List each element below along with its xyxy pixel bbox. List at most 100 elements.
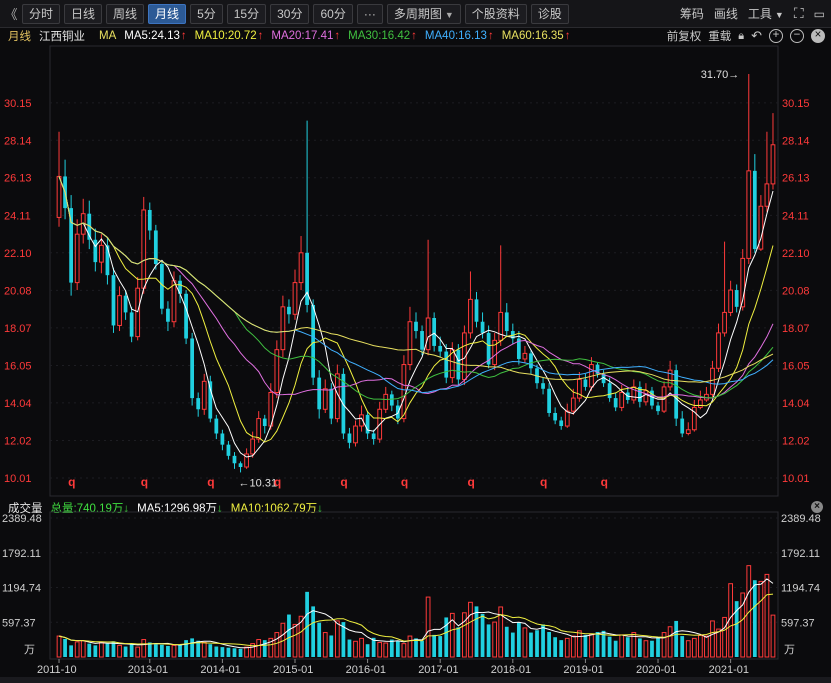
candle-body — [480, 321, 485, 333]
price-tick-right: 22.10 — [782, 248, 810, 260]
volume-bar — [758, 580, 764, 658]
volume-bar — [147, 642, 152, 657]
volume-bar — [305, 591, 309, 657]
candle-body — [529, 353, 533, 369]
volume-tick-right: 1792.11 — [781, 548, 820, 560]
volume-bar — [353, 640, 358, 658]
candle-body — [474, 299, 479, 322]
candle-body — [498, 311, 504, 341]
candle-body — [117, 295, 122, 326]
candle-body — [559, 420, 564, 427]
candle-body — [613, 398, 618, 408]
volume-bar — [667, 626, 673, 658]
candle-body — [438, 345, 443, 352]
volume-bar — [547, 631, 551, 657]
volume-bar — [359, 637, 364, 658]
candle-body — [716, 332, 721, 369]
volume-bar — [607, 636, 612, 657]
candle-body — [553, 412, 558, 421]
volume-bar — [63, 638, 67, 657]
price-tick-right: 14.04 — [782, 398, 810, 410]
candle-body — [383, 393, 389, 410]
bottom-bar — [0, 677, 831, 683]
candle-body — [105, 245, 110, 276]
candle-body — [238, 463, 243, 468]
candle-body — [141, 209, 147, 289]
volume-bar — [178, 644, 182, 657]
price-tick-left: 24.11 — [4, 210, 31, 222]
x-label: 2014-01 — [200, 664, 240, 676]
candle-body — [752, 170, 757, 250]
volume-bar — [153, 644, 158, 657]
candle-body — [371, 433, 376, 440]
candle-body — [746, 170, 752, 259]
volume-bar — [764, 573, 770, 658]
volume-bar — [347, 639, 352, 657]
candle-body — [298, 252, 304, 284]
candle-body — [504, 312, 509, 332]
volume-bar — [407, 635, 413, 658]
volume-bar — [589, 633, 594, 658]
volume-bar — [432, 634, 437, 657]
chart-canvas[interactable]: 30.15 30.15 28.14 28.14 26.13 26.13 24.11 24.11… — [0, 0, 831, 683]
candle-body — [93, 239, 98, 263]
volume-bar — [317, 622, 322, 657]
candle-body — [262, 418, 267, 427]
volume-bar — [710, 620, 715, 658]
volume-bar — [516, 622, 521, 657]
volume-bar — [595, 631, 600, 657]
x-label: 2018-01 — [491, 664, 531, 676]
q-marker: q — [601, 475, 608, 489]
volume-bar — [93, 645, 98, 657]
candle-body — [697, 399, 703, 408]
candle-body — [656, 405, 660, 412]
candle-body — [414, 321, 418, 332]
x-label: 2015-01 — [273, 664, 313, 676]
volume-bar — [401, 643, 407, 658]
x-label: 2011-10 — [37, 664, 77, 676]
volume-bar — [613, 640, 618, 657]
candle-body — [432, 318, 437, 346]
candle-body — [56, 175, 62, 218]
volume-bar — [438, 636, 443, 657]
volume-tick-right: 597.37 — [781, 617, 815, 629]
candle-body — [287, 306, 291, 315]
candle-body — [722, 311, 727, 334]
candle-body — [305, 252, 309, 305]
volume-bar — [619, 634, 625, 658]
volume-bar — [425, 596, 431, 658]
candle-body — [74, 233, 80, 284]
volume-bar — [56, 635, 62, 658]
volume-tick-left: 1792.11 — [2, 548, 41, 560]
volume-bar — [262, 640, 267, 657]
x-label: 2021-01 — [709, 664, 749, 676]
candle-body — [389, 394, 394, 406]
candle-body — [734, 290, 739, 307]
volume-bar — [625, 637, 630, 657]
candle-body — [190, 338, 195, 399]
volume-bar — [643, 640, 649, 658]
volume-bar — [691, 637, 697, 658]
volume-bar — [292, 623, 298, 658]
volume-bar — [226, 647, 231, 657]
x-label: 2020-01 — [636, 664, 676, 676]
x-label: 2016-01 — [346, 664, 386, 676]
price-tick-right: 28.14 — [782, 135, 810, 147]
volume-bar — [171, 644, 177, 658]
volume-bar — [583, 634, 588, 657]
q-marker: q — [340, 475, 347, 489]
q-marker: q — [540, 475, 547, 489]
price-tick-right: 12.02 — [782, 436, 810, 448]
candle-body — [564, 410, 570, 427]
candle-body — [420, 331, 424, 350]
volume-bar — [697, 634, 703, 658]
candle-body — [541, 383, 545, 389]
volume-bar — [160, 644, 164, 657]
candle-body — [522, 352, 528, 360]
volume-bar — [541, 624, 545, 657]
x-label: 2019-01 — [563, 664, 603, 676]
candle-body — [317, 377, 322, 410]
volume-bar — [214, 646, 219, 657]
volume-bar — [456, 627, 461, 657]
volume-bar — [220, 647, 225, 657]
